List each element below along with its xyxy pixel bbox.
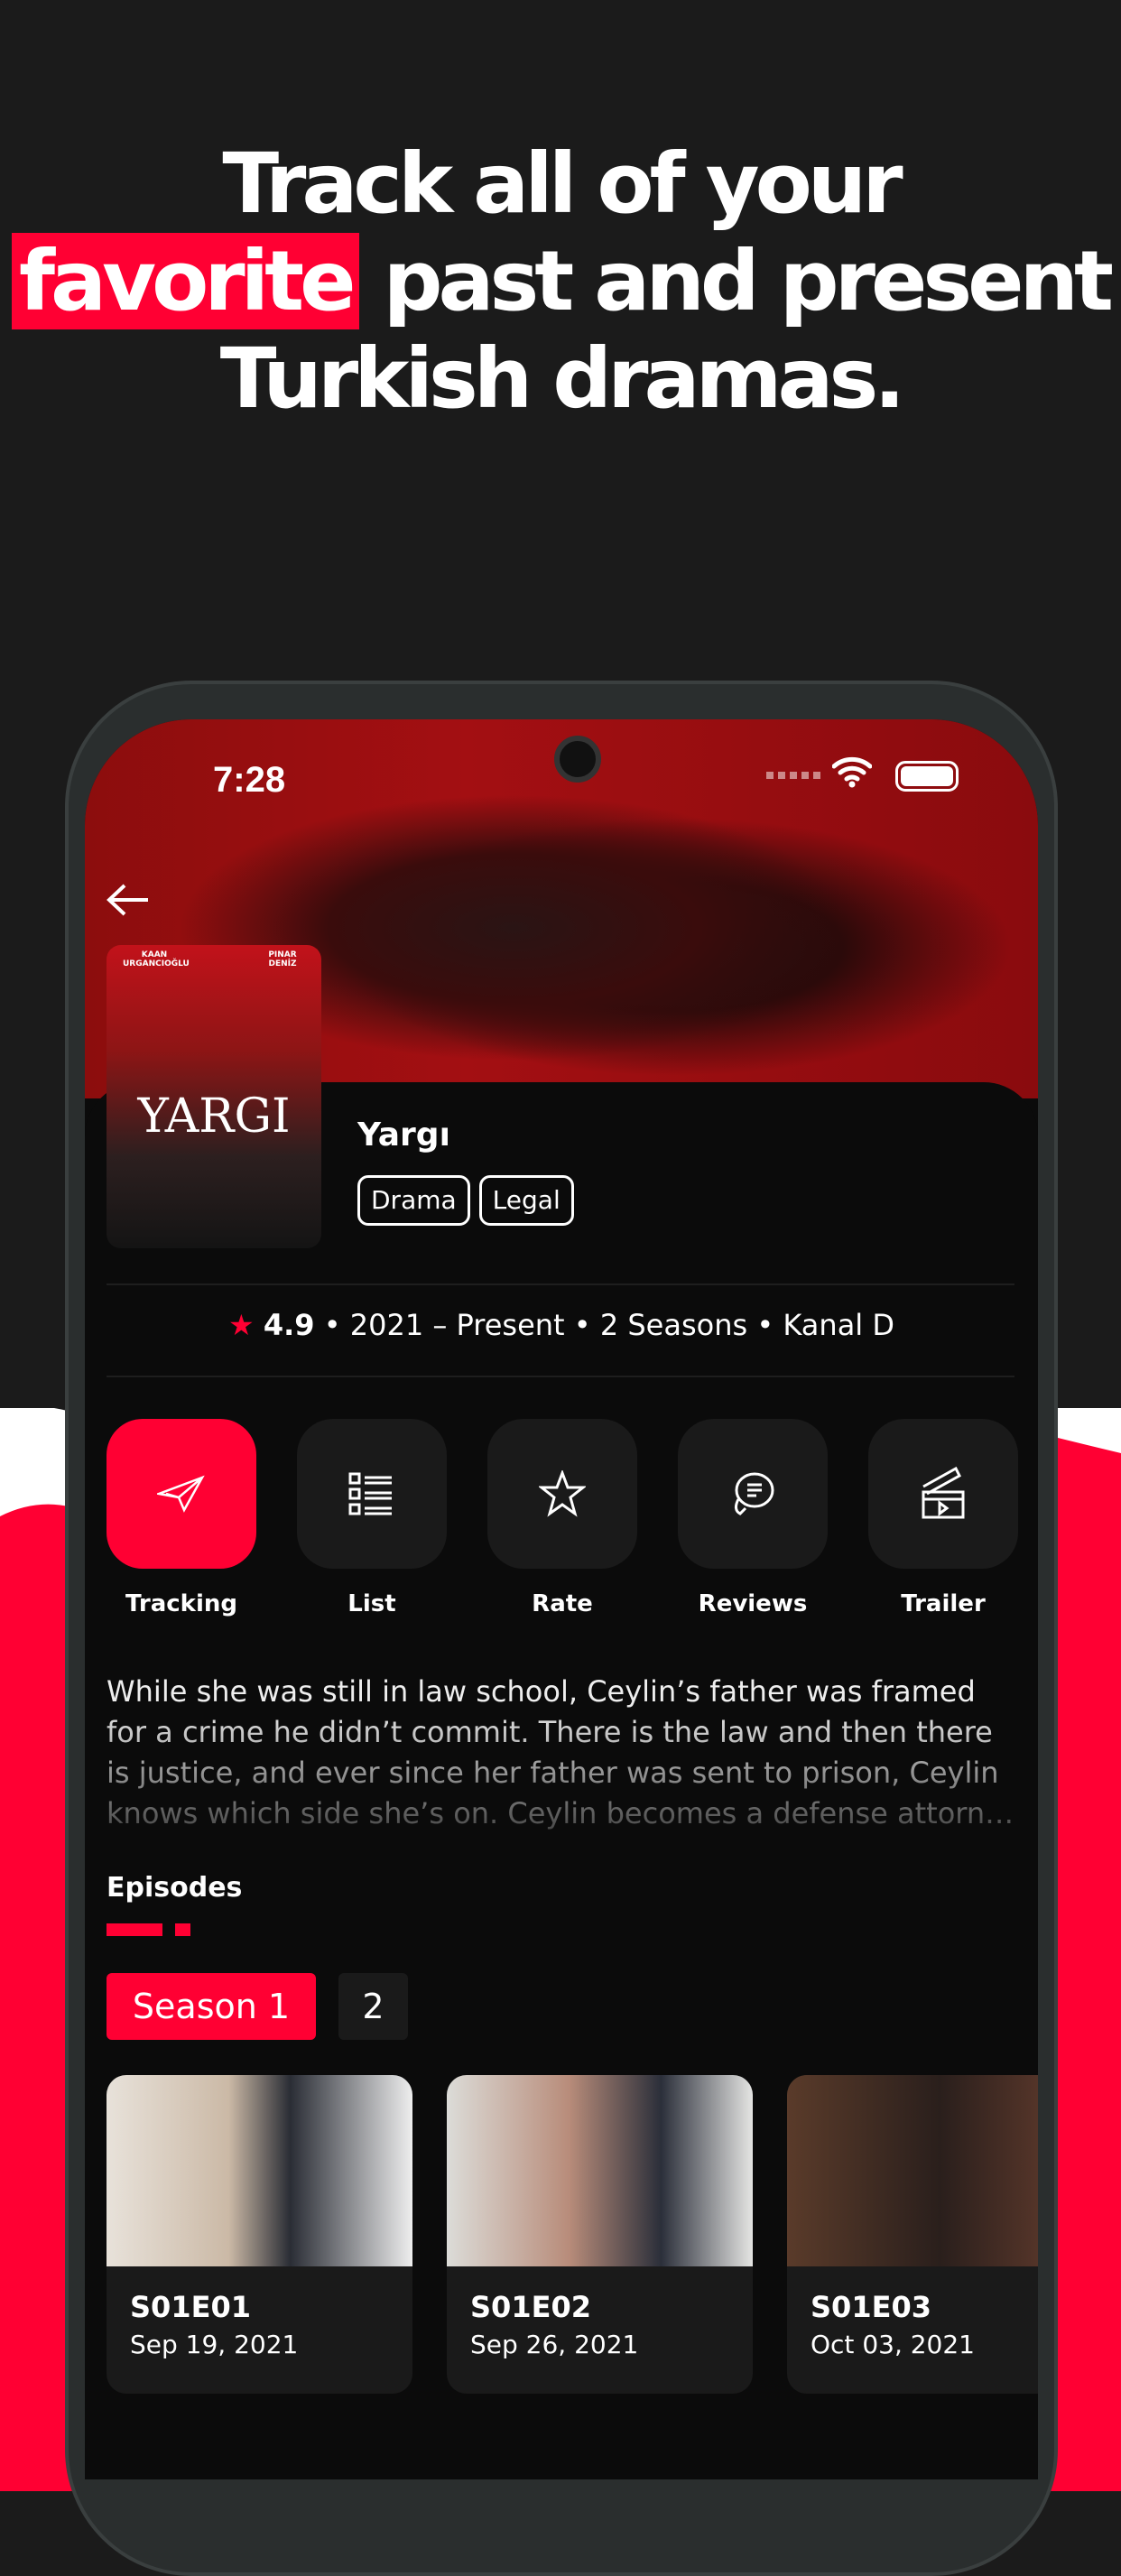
chat-bubbles-icon xyxy=(734,1472,774,1515)
episode-list: S01E01 Sep 19, 2021 S01E02 Sep 26, 2021 S0… xyxy=(107,2075,1038,2394)
episode-date: Sep 26, 2021 xyxy=(470,2330,639,2359)
season-1-tab[interactable]: Season 1 xyxy=(107,1973,316,2040)
years: 2021 – Present xyxy=(349,1308,565,1342)
show-description[interactable]: While she was still in law school, Ceyli… xyxy=(107,1672,1014,1834)
tracking-button[interactable]: Tracking xyxy=(107,1419,256,1617)
rating: 4.9 xyxy=(263,1308,315,1342)
season-count: 2 Seasons xyxy=(599,1308,748,1342)
show-title: Yargı xyxy=(357,1117,450,1154)
headline: Track all of your favorite past and pres… xyxy=(0,135,1121,428)
season-2-tab[interactable]: 2 xyxy=(338,1973,408,2040)
episode-code: S01E03 xyxy=(811,2290,931,2324)
star-outline-icon xyxy=(539,1470,586,1517)
episode-thumbnail xyxy=(787,2075,1038,2266)
episode-card[interactable]: S01E03 Oct 03, 2021 xyxy=(787,2075,1038,2394)
genre-tags: Drama Legal xyxy=(357,1175,583,1226)
tag-legal[interactable]: Legal xyxy=(478,1175,574,1226)
episode-card[interactable]: S01E02 Sep 26, 2021 xyxy=(447,2075,753,2394)
status-time: 7:28 xyxy=(213,760,286,800)
star-icon: ★ xyxy=(227,1308,255,1342)
clapperboard-icon xyxy=(922,1467,965,1519)
phone-screen: 7:28 KAAN URGANCIOĞLU PINAR DENİZ YARGI Y… xyxy=(85,719,1038,2479)
episode-date: Sep 19, 2021 xyxy=(130,2330,299,2359)
poster-logo: YARGI xyxy=(137,1089,291,1144)
tracking-label: Tracking xyxy=(125,1590,237,1617)
back-arrow-icon[interactable] xyxy=(105,882,152,922)
divider xyxy=(107,1376,1014,1377)
episodes-heading: Episodes xyxy=(107,1872,243,1904)
rate-label: Rate xyxy=(532,1590,593,1617)
wifi-icon xyxy=(831,755,873,796)
heading-underline-dot xyxy=(175,1923,190,1936)
checklist-icon xyxy=(348,1472,392,1515)
episode-card[interactable]: S01E01 Sep 19, 2021 xyxy=(107,2075,412,2394)
episode-code: S01E02 xyxy=(470,2290,591,2324)
trailer-label: Trailer xyxy=(901,1590,986,1617)
headline-highlight: favorite xyxy=(11,233,359,329)
divider xyxy=(107,1283,1014,1285)
heading-underline xyxy=(107,1923,162,1936)
paper-plane-icon xyxy=(157,1475,205,1513)
battery-icon xyxy=(895,761,959,792)
trailer-button[interactable]: Trailer xyxy=(868,1419,1018,1617)
reviews-button[interactable]: Reviews xyxy=(678,1419,828,1617)
episode-thumbnail xyxy=(447,2075,753,2266)
show-meta: ★ 4.9 • 2021 – Present • 2 Seasons • Kan… xyxy=(227,1308,894,1342)
show-poster[interactable]: KAAN URGANCIOĞLU PINAR DENİZ YARGI xyxy=(107,945,321,1248)
poster-actor-2: PINAR DENİZ xyxy=(268,950,297,968)
action-buttons: Tracking List Rate Reviews Trailer xyxy=(107,1419,1018,1617)
signal-icon xyxy=(766,772,820,779)
camera-notch xyxy=(554,736,601,783)
network: Kanal D xyxy=(783,1308,894,1342)
rate-button[interactable]: Rate xyxy=(487,1419,637,1617)
list-button[interactable]: List xyxy=(297,1419,447,1617)
list-label: List xyxy=(347,1590,396,1617)
episode-thumbnail xyxy=(107,2075,412,2266)
episode-code: S01E01 xyxy=(130,2290,251,2324)
headline-line: Track all of your xyxy=(222,135,903,232)
episode-date: Oct 03, 2021 xyxy=(811,2330,975,2359)
reviews-label: Reviews xyxy=(698,1590,808,1617)
poster-actor-1: KAAN URGANCIOĞLU xyxy=(123,950,190,968)
tag-drama[interactable]: Drama xyxy=(357,1175,470,1226)
